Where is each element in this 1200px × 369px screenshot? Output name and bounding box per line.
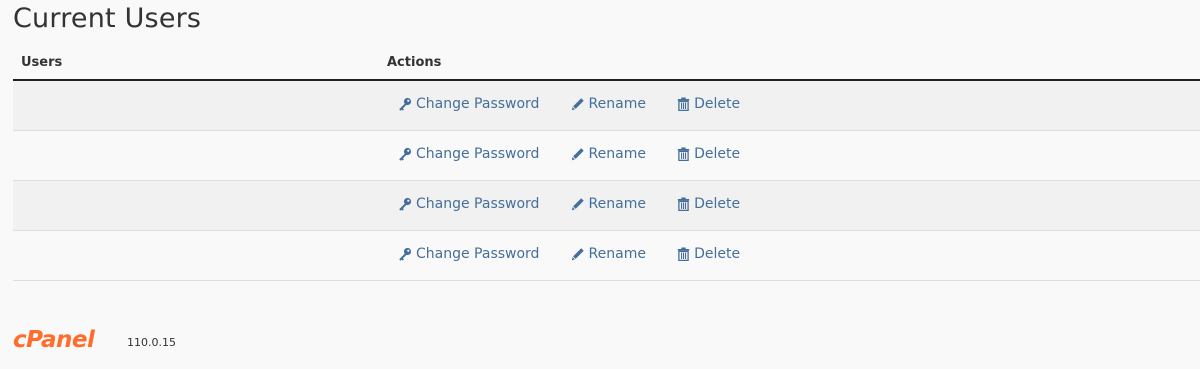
rename-link[interactable]: Rename: [571, 96, 646, 112]
trash-icon: [677, 197, 690, 211]
rename-label: Rename: [588, 246, 646, 262]
table-row: Change Password Rename Delete: [13, 80, 1200, 131]
trash-icon: [677, 247, 690, 261]
change-password-label: Change Password: [416, 96, 540, 112]
page-title: Current Users: [13, 3, 202, 34]
column-header-actions: Actions: [379, 46, 1200, 81]
pencil-icon: [571, 148, 584, 161]
change-password-link[interactable]: Change Password: [398, 146, 539, 162]
table-row: Change Password Rename Delete: [13, 230, 1200, 281]
pencil-icon: [571, 198, 584, 211]
change-password-label: Change Password: [416, 246, 540, 262]
pencil-icon: [571, 98, 584, 111]
delete-label: Delete: [694, 196, 741, 212]
change-password-link[interactable]: Change Password: [398, 246, 539, 262]
key-icon: [399, 147, 412, 161]
rename-label: Rename: [588, 96, 646, 112]
delete-label: Delete: [694, 96, 741, 112]
rename-link[interactable]: Rename: [571, 146, 646, 162]
table-body: Change Password Rename Delete Change Pas…: [13, 80, 1200, 281]
table-row: Change Password Rename Delete: [13, 180, 1200, 231]
actions-cell: Change Password Rename Delete: [379, 230, 1200, 281]
actions-cell: Change Password Rename Delete: [379, 180, 1200, 231]
user-cell: [13, 80, 379, 131]
footer: cPanel 110.0.15: [13, 326, 176, 352]
page: Current Users Users Actions Change Passw…: [0, 0, 1200, 369]
rename-label: Rename: [588, 146, 646, 162]
version-text: 110.0.15: [127, 336, 176, 349]
delete-link[interactable]: Delete: [677, 196, 740, 212]
delete-label: Delete: [694, 246, 741, 262]
change-password-link[interactable]: Change Password: [398, 196, 539, 212]
column-header-users[interactable]: Users: [13, 46, 379, 81]
user-cell: [13, 180, 379, 231]
table-row: Change Password Rename Delete: [13, 130, 1200, 181]
delete-link[interactable]: Delete: [677, 96, 740, 112]
rename-link[interactable]: Rename: [571, 246, 646, 262]
rename-label: Rename: [588, 196, 646, 212]
delete-label: Delete: [694, 146, 741, 162]
delete-link[interactable]: Delete: [677, 246, 740, 262]
pencil-icon: [571, 248, 584, 261]
change-password-link[interactable]: Change Password: [398, 96, 539, 112]
change-password-label: Change Password: [416, 196, 540, 212]
actions-cell: Change Password Rename Delete: [379, 130, 1200, 181]
key-icon: [399, 97, 412, 111]
cpanel-logo[interactable]: cPanel: [13, 326, 125, 352]
key-icon: [399, 197, 412, 211]
svg-text:cPanel: cPanel: [13, 327, 96, 352]
user-cell: [13, 230, 379, 281]
users-table: Users Actions Change Password Rename Del…: [13, 46, 1200, 281]
actions-cell: Change Password Rename Delete: [379, 80, 1200, 131]
trash-icon: [677, 147, 690, 161]
key-icon: [399, 247, 412, 261]
rename-link[interactable]: Rename: [571, 196, 646, 212]
table-header-row: Users Actions: [13, 46, 1200, 81]
trash-icon: [677, 97, 690, 111]
user-cell: [13, 130, 379, 181]
delete-link[interactable]: Delete: [677, 146, 740, 162]
change-password-label: Change Password: [416, 146, 540, 162]
